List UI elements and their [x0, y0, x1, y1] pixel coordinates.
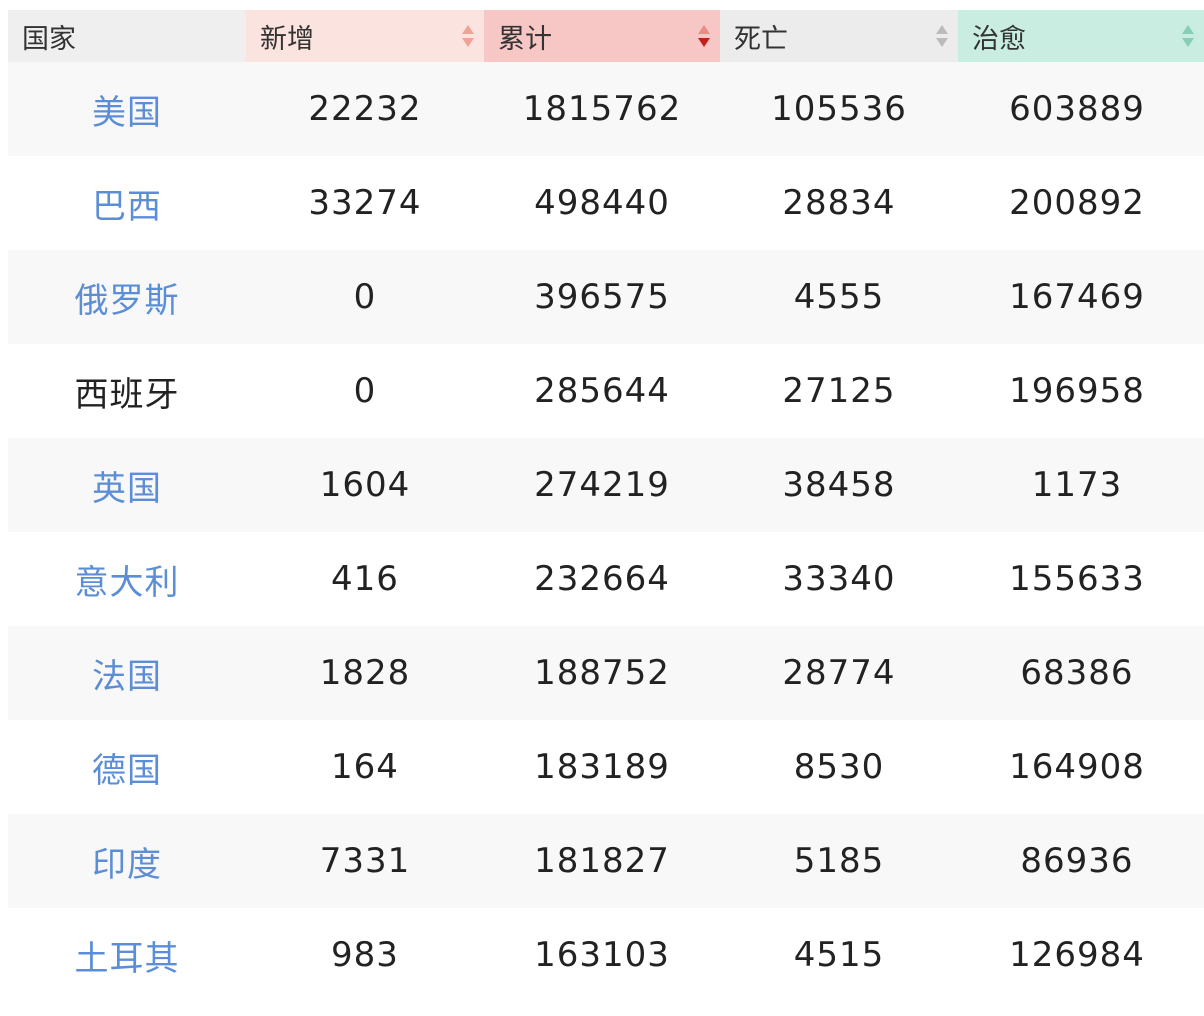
column-header-deaths[interactable]: 死亡	[720, 10, 958, 62]
sort-icon[interactable]	[936, 24, 948, 48]
country-link[interactable]: 法国	[8, 649, 246, 698]
recovered-cell: 167469	[1009, 277, 1145, 317]
table-row: 印度 7331 181827 5185 86936	[8, 814, 1204, 908]
column-header-label: 累计	[498, 23, 552, 55]
country-link[interactable]: 英国	[8, 461, 246, 510]
deaths-cell: 8530	[793, 747, 885, 787]
table-row: 西班牙 0 285644 27125 196958	[8, 344, 1204, 438]
recovered-cell: 126984	[1009, 935, 1145, 975]
sort-ascending-icon[interactable]	[1182, 25, 1194, 34]
deaths-cell: 28834	[782, 183, 896, 223]
column-header-total[interactable]: 累计	[484, 10, 720, 62]
column-header-label: 新增	[260, 23, 314, 55]
sort-icon[interactable]	[1182, 24, 1194, 48]
deaths-cell: 4515	[793, 935, 885, 975]
column-header-recovered[interactable]: 治愈	[958, 10, 1204, 62]
new-cases-cell: 0	[353, 371, 377, 411]
recovered-cell: 68386	[1020, 653, 1134, 693]
table-row: 美国 22232 1815762 105536 603889	[8, 62, 1204, 156]
new-cases-cell: 164	[331, 747, 399, 787]
new-cases-cell: 22232	[308, 89, 422, 129]
recovered-cell: 86936	[1020, 841, 1134, 881]
total-cases-cell: 232664	[534, 559, 670, 599]
sort-ascending-icon[interactable]	[462, 25, 474, 34]
total-cases-cell: 163103	[534, 935, 670, 975]
country-link[interactable]: 意大利	[8, 555, 246, 604]
recovered-cell: 155633	[1009, 559, 1145, 599]
sort-icon[interactable]	[698, 24, 710, 48]
recovered-cell: 603889	[1009, 89, 1145, 129]
new-cases-cell: 0	[353, 277, 377, 317]
new-cases-cell: 33274	[308, 183, 422, 223]
table-row: 德国 164 183189 8530 164908	[8, 720, 1204, 814]
country-name: 西班牙	[74, 374, 180, 415]
column-header-label: 死亡	[734, 23, 788, 55]
country-link[interactable]: 土耳其	[8, 931, 246, 980]
total-cases-cell: 285644	[534, 371, 670, 411]
deaths-cell: 33340	[782, 559, 896, 599]
new-cases-cell: 983	[331, 935, 399, 975]
column-header-label: 治愈	[972, 23, 1026, 55]
country-link[interactable]: 德国	[8, 743, 246, 792]
sort-descending-icon[interactable]	[462, 38, 474, 47]
total-cases-cell: 396575	[534, 277, 670, 317]
deaths-cell: 4555	[793, 277, 885, 317]
new-cases-cell: 7331	[319, 841, 411, 881]
new-cases-cell: 416	[331, 559, 399, 599]
sort-ascending-icon[interactable]	[936, 25, 948, 34]
table-row: 土耳其 983 163103 4515 126984	[8, 908, 1204, 1002]
column-header-country: 国家	[8, 10, 246, 62]
total-cases-cell: 181827	[534, 841, 670, 881]
column-header-new[interactable]: 新增	[246, 10, 484, 62]
table-row: 巴西 33274 498440 28834 200892	[8, 156, 1204, 250]
sort-ascending-icon[interactable]	[698, 25, 710, 34]
sort-descending-icon[interactable]	[698, 38, 710, 47]
table-row: 俄罗斯 0 396575 4555 167469	[8, 250, 1204, 344]
country-link[interactable]: 美国	[8, 85, 246, 134]
sort-descending-icon[interactable]	[1182, 38, 1194, 47]
new-cases-cell: 1828	[319, 653, 411, 693]
deaths-cell: 28774	[782, 653, 896, 693]
recovered-cell: 1173	[1031, 465, 1123, 505]
country-link[interactable]: 俄罗斯	[8, 273, 246, 322]
sort-icon[interactable]	[462, 24, 474, 48]
recovered-cell: 200892	[1009, 183, 1145, 223]
deaths-cell: 38458	[782, 465, 896, 505]
total-cases-cell: 498440	[534, 183, 670, 223]
total-cases-cell: 188752	[534, 653, 670, 693]
table-row: 意大利 416 232664 33340 155633	[8, 532, 1204, 626]
total-cases-cell: 183189	[534, 747, 670, 787]
country-link[interactable]: 巴西	[8, 179, 246, 228]
sort-descending-icon[interactable]	[936, 38, 948, 47]
table-header: 国家 新增 累计 死亡 治愈	[8, 10, 1204, 62]
country-link[interactable]: 印度	[8, 837, 246, 886]
deaths-cell: 27125	[782, 371, 896, 411]
table-row: 法国 1828 188752 28774 68386	[8, 626, 1204, 720]
total-cases-cell: 1815762	[522, 89, 682, 129]
country-stats-table: 国家 新增 累计 死亡 治愈 美国 22232 1815762 105536 6…	[8, 10, 1204, 1002]
deaths-cell: 5185	[793, 841, 885, 881]
new-cases-cell: 1604	[319, 465, 411, 505]
recovered-cell: 164908	[1009, 747, 1145, 787]
recovered-cell: 196958	[1009, 371, 1145, 411]
table-row: 英国 1604 274219 38458 1173	[8, 438, 1204, 532]
total-cases-cell: 274219	[534, 465, 670, 505]
deaths-cell: 105536	[771, 89, 907, 129]
column-header-label: 国家	[22, 23, 76, 55]
